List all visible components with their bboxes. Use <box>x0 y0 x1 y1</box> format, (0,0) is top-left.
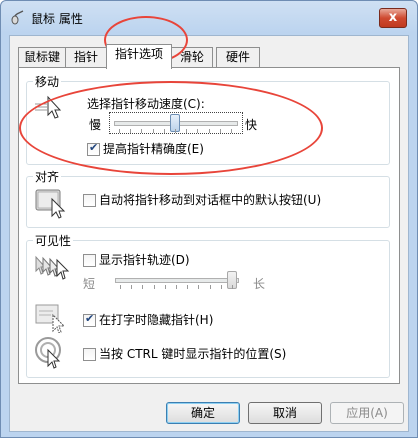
precision-label: 提高指针精确度(E) <box>103 142 204 156</box>
slider-tick <box>164 285 166 289</box>
slider-tick <box>176 285 177 289</box>
slider-tick <box>198 285 200 289</box>
ctrl-checkbox[interactable] <box>83 348 96 361</box>
pointer-speed-icon <box>35 95 62 119</box>
snap-checkbox[interactable] <box>83 194 96 207</box>
long-label: 长 <box>253 277 266 291</box>
slider-tick <box>153 285 155 289</box>
precision-checkbox[interactable] <box>87 141 100 156</box>
snap-label: 自动将指针移动到对话框中的默认按钮(U) <box>99 193 322 207</box>
trails-label: 显示指针轨迹(D) <box>99 253 190 267</box>
tab-wheel[interactable]: 滑轮 <box>171 47 213 68</box>
hide-while-typing-icon <box>35 304 66 333</box>
mouse-app-icon <box>11 10 24 25</box>
cancel-button[interactable]: 取消 <box>248 402 322 424</box>
slider-tick <box>208 129 210 133</box>
visibility-group-title: 可见性 <box>33 232 74 249</box>
slider-tick <box>231 129 232 133</box>
tab-pointer-options[interactable]: 指针选项 <box>106 44 172 69</box>
speed-label: 选择指针移动速度(C): <box>87 97 205 111</box>
tab-label: 指针 <box>73 50 98 64</box>
slider-tick <box>186 129 188 133</box>
pointer-trails-icon <box>35 255 70 280</box>
hide-option[interactable]: 在打字时隐藏指针(H) <box>83 311 213 328</box>
slider-tick <box>120 285 121 289</box>
apply-button[interactable]: 应用(A) <box>330 402 404 424</box>
tab-buttons[interactable]: 鼠标键 <box>18 47 66 68</box>
hide-checkbox[interactable] <box>83 312 96 327</box>
close-icon: x <box>388 10 398 25</box>
hide-label: 在打字时隐藏指针(H) <box>99 313 214 327</box>
trails-checkbox[interactable] <box>83 254 96 267</box>
slider-tick <box>119 129 120 133</box>
slider-tick <box>163 129 165 133</box>
trails-option[interactable]: 显示指针轨迹(D) <box>83 251 190 268</box>
window-title: 鼠标 属性 <box>31 12 83 26</box>
slider-tick <box>187 285 189 289</box>
slider-tick <box>142 285 144 289</box>
slider-tick <box>175 129 176 133</box>
slider-tick <box>232 285 233 289</box>
tab-label: 滑轮 <box>179 50 204 64</box>
tab-label: 指针选项 <box>114 47 163 61</box>
short-label: 短 <box>83 277 96 291</box>
precision-option[interactable]: 提高指针精确度(E) <box>87 140 204 157</box>
close-button[interactable]: x <box>379 8 407 28</box>
tab-hardware[interactable]: 硬件 <box>216 47 260 68</box>
dialog-client-area: 鼠标键 指针 指针选项 滑轮 硬件 移动 选择指针移动速度(C): 慢 快 ✔提… <box>9 35 409 432</box>
mouse-properties-window: 鼠标 属性 x 鼠标键 指针 指针选项 滑轮 硬件 移动 选择指针移动速度(C)… <box>0 0 418 438</box>
trails-slider-track <box>115 278 239 283</box>
motion-group: 移动 选择指针移动速度(C): 慢 快 提高指针精确度(E) <box>26 73 390 165</box>
title-bar[interactable]: 鼠标 属性 x <box>1 1 417 35</box>
speed-slider[interactable] <box>109 112 243 134</box>
pointer-options-panel: 移动 选择指针移动速度(C): 慢 快 提高指针精确度(E) <box>18 67 400 384</box>
snap-to-button-icon <box>35 189 66 219</box>
slider-tick <box>220 285 222 289</box>
visibility-group: 可见性 显示指针轨迹(D) 短 长 ✔在打字时隐藏指针(H) 当按 CTRL 键… <box>26 232 390 378</box>
tab-label: 鼠标键 <box>23 50 60 64</box>
trails-slider[interactable] <box>111 269 243 291</box>
slow-label: 慢 <box>89 118 102 132</box>
slider-tick <box>209 285 211 289</box>
slider-tick <box>131 285 133 289</box>
slider-tick <box>197 129 199 133</box>
slider-tick <box>219 129 221 133</box>
tab-label: 硬件 <box>225 50 250 64</box>
tab-pointers[interactable]: 指针 <box>65 47 107 68</box>
ok-button[interactable]: 确定 <box>166 402 240 424</box>
snap-group: 对齐 自动将指针移动到对话框中的默认按钮(U) <box>26 168 390 228</box>
ctrl-option[interactable]: 当按 CTRL 键时显示指针的位置(S) <box>83 345 286 362</box>
snap-option[interactable]: 自动将指针移动到对话框中的默认按钮(U) <box>83 191 321 208</box>
motion-group-title: 移动 <box>33 73 62 90</box>
slider-tick <box>152 129 154 133</box>
fast-label: 快 <box>245 118 258 132</box>
slider-tick <box>141 129 143 133</box>
slider-tick <box>130 129 132 133</box>
snap-group-title: 对齐 <box>33 168 62 185</box>
ctrl-label: 当按 CTRL 键时显示指针的位置(S) <box>99 347 287 361</box>
ctrl-locate-icon <box>35 337 61 369</box>
